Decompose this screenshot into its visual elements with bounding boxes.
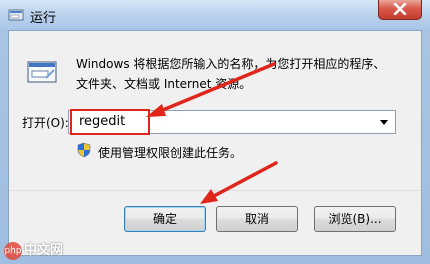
close-button[interactable] [378,0,422,20]
ok-button[interactable]: 确定 [124,206,206,232]
cancel-button[interactable]: 取消 [216,206,298,232]
chevron-down-icon[interactable] [379,117,389,127]
watermark-text: 中文网 [24,243,64,258]
run-program-icon [27,61,57,83]
description-text: Windows 将根据您所输入的名称，为您打开相应的程序、文件夹、文档或 Int… [76,57,386,91]
title-bar[interactable]: 运行 [0,0,430,30]
open-label: 打开(O): [22,116,69,130]
run-icon [8,9,24,21]
admin-note: 使用管理权限创建此任务。 [98,146,243,160]
run-dialog: 运行 Windows 将根据您所输入的名称，为您打开相应的程序、文件夹、文档或 … [0,0,430,264]
close-icon [393,3,407,15]
watermark-logo: php [4,242,22,260]
input-highlight-box [70,109,150,135]
browse-button[interactable]: 浏览(B)... [314,206,396,232]
shield-icon [77,142,91,158]
window-title: 运行 [30,11,57,26]
